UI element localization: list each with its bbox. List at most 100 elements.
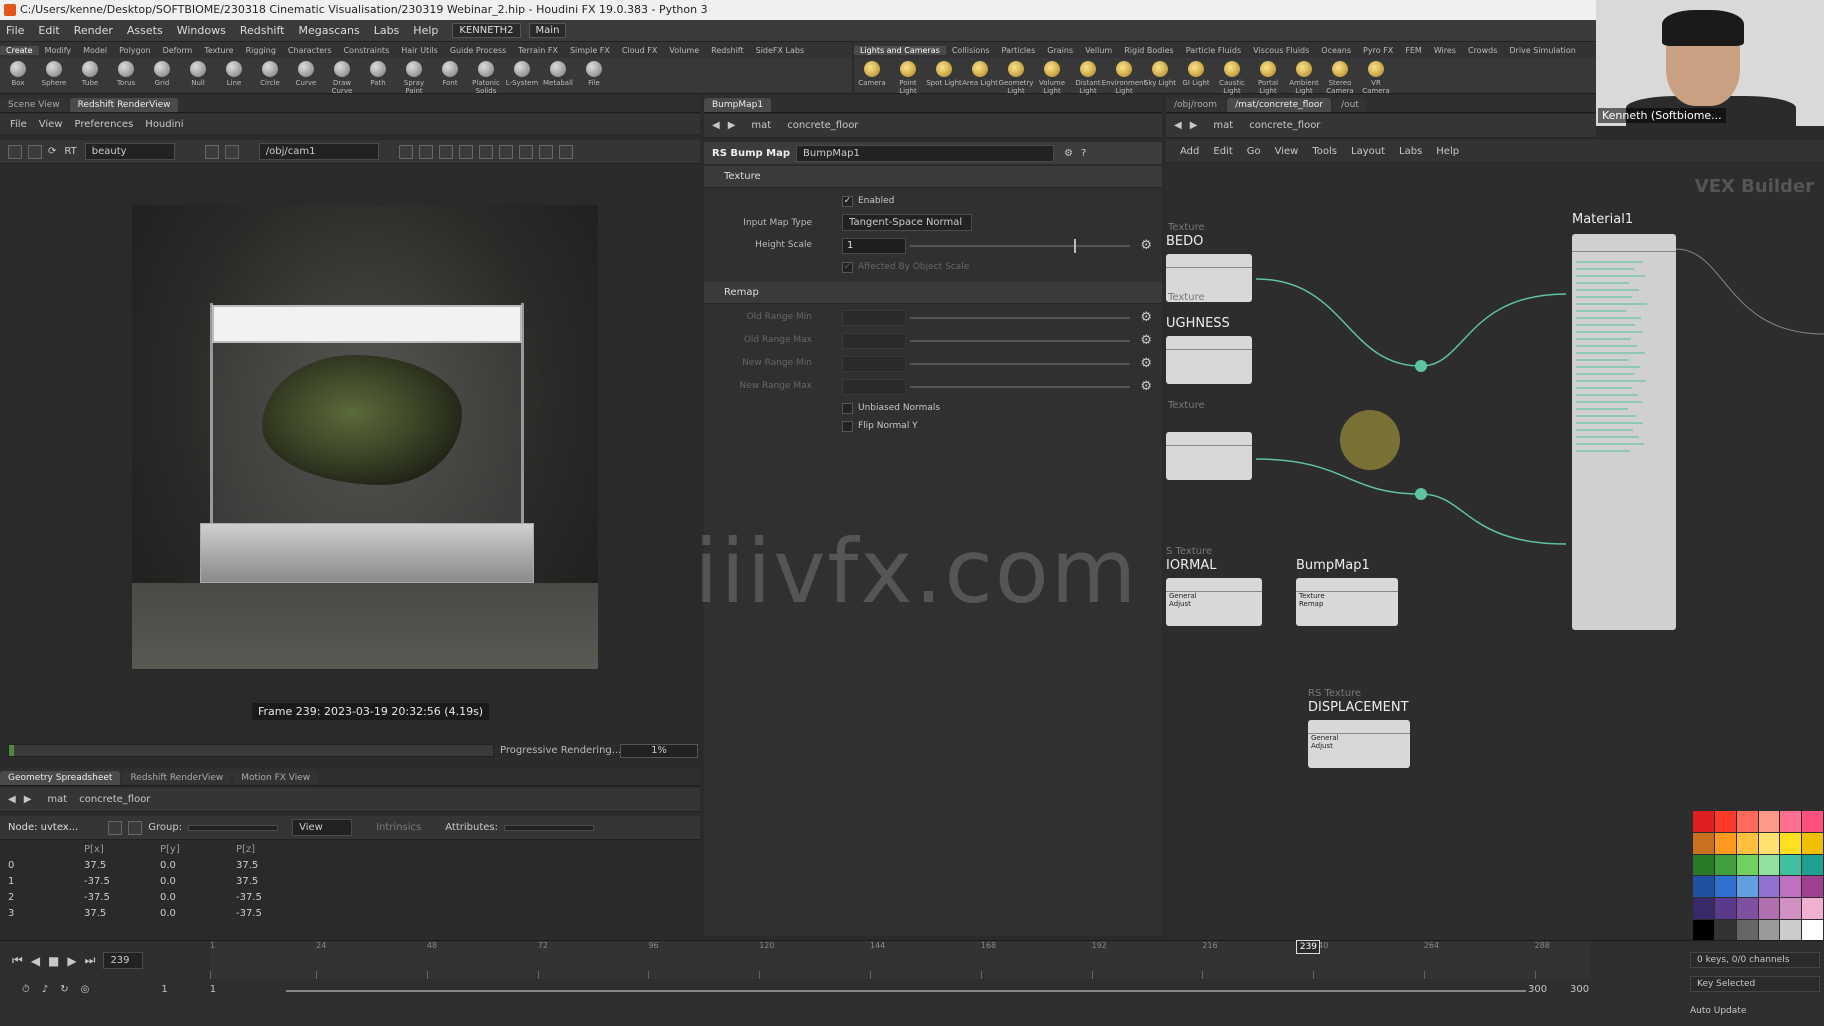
range-end-2[interactable]: 300 xyxy=(1570,984,1589,995)
palette-swatch[interactable] xyxy=(1736,876,1758,898)
menu-assets[interactable]: Assets xyxy=(127,24,163,37)
shelf-tab-particle-fluids[interactable]: Particle Fluids xyxy=(1180,46,1247,55)
play-icon[interactable]: ▶ xyxy=(67,954,76,968)
current-frame-field[interactable]: 239 xyxy=(103,952,144,969)
tool-geometry-light[interactable]: Geometry Light xyxy=(998,58,1034,95)
palette-swatch[interactable] xyxy=(1693,898,1714,920)
net-menu-view[interactable]: View xyxy=(1275,146,1299,157)
bump-port-remap[interactable]: Remap xyxy=(1296,600,1398,608)
step-back-icon[interactable]: ◀ xyxy=(31,954,40,968)
tab-redshift-renderview-2[interactable]: Redshift RenderView xyxy=(122,771,232,785)
height-scale-slider[interactable] xyxy=(910,239,1130,253)
tab-redshift-renderview[interactable]: Redshift RenderView xyxy=(69,98,179,112)
tool-distant-light[interactable]: Distant Light xyxy=(1070,58,1106,95)
height-scale-field[interactable]: 1 xyxy=(842,238,906,254)
shelf-tab-constraints[interactable]: Constraints xyxy=(338,46,396,55)
palette-swatch[interactable] xyxy=(1693,811,1714,832)
palette-swatch[interactable] xyxy=(1802,920,1823,941)
range-start[interactable]: 1 xyxy=(161,984,167,995)
palette-swatch[interactable] xyxy=(1802,811,1823,832)
unbiased-normals-checkbox[interactable] xyxy=(842,403,853,414)
palette-swatch[interactable] xyxy=(1693,854,1714,876)
params-back-icon[interactable]: ◀ xyxy=(712,120,720,131)
forward-arrow-icon[interactable]: ▶ xyxy=(24,794,32,805)
old-min-field[interactable] xyxy=(842,310,906,326)
menu-windows[interactable]: Windows xyxy=(177,24,226,37)
shelf-tab-texture[interactable]: Texture xyxy=(198,46,239,55)
network-path-concrete-floor[interactable]: concrete_floor xyxy=(1249,120,1320,131)
section-remap[interactable]: Remap xyxy=(704,282,1162,304)
params-forward-icon[interactable]: ▶ xyxy=(728,120,736,131)
wire-dot-2[interactable] xyxy=(1415,488,1427,500)
shelf-tab-deform[interactable]: Deform xyxy=(157,46,199,55)
palette-swatch[interactable] xyxy=(1780,832,1802,854)
wire-dot-1[interactable] xyxy=(1415,360,1427,372)
tool-gi-light[interactable]: GI Light xyxy=(1178,58,1214,87)
network-back-icon[interactable]: ◀ xyxy=(1174,120,1182,131)
params-path-concrete-floor[interactable]: concrete_floor xyxy=(787,120,858,131)
camera-select[interactable]: /obj/cam1 xyxy=(258,143,379,160)
old-min-gear-icon[interactable]: ⚙ xyxy=(1140,310,1152,325)
view-tool-icon-9[interactable] xyxy=(558,144,573,159)
timeline-playhead[interactable]: 239 xyxy=(1296,940,1321,954)
palette-swatch[interactable] xyxy=(1758,920,1780,941)
auto-update-toggle[interactable]: Auto Update xyxy=(1690,1006,1746,1016)
palette-swatch[interactable] xyxy=(1802,876,1823,898)
tool-curve[interactable]: Curve xyxy=(288,58,324,87)
tool-sky-light[interactable]: Sky Light xyxy=(1142,58,1178,87)
palette-swatch[interactable] xyxy=(1780,920,1802,941)
rv-menu-view[interactable]: View xyxy=(39,119,63,130)
tool-caustic-light[interactable]: Caustic Light xyxy=(1214,58,1250,95)
node-name-field[interactable]: BumpMap1 xyxy=(796,144,1055,162)
palette-swatch[interactable] xyxy=(1693,832,1714,854)
tool-draw-curve[interactable]: Draw Curve xyxy=(324,58,360,95)
timeline-ruler[interactable]: 1 24 48 72 96 120 144 168 192 216 240 264 288 239 xyxy=(210,940,1590,979)
shelf-tab-oceans[interactable]: Oceans xyxy=(1315,46,1357,55)
shelf-tab-drive-simulation[interactable]: Drive Simulation xyxy=(1503,46,1581,55)
palette-swatch[interactable] xyxy=(1758,876,1780,898)
menu-edit[interactable]: Edit xyxy=(38,24,59,37)
new-max-field[interactable] xyxy=(842,379,906,395)
desktop-selector[interactable]: KENNETH2 xyxy=(452,23,521,38)
tab-bumpmap1[interactable]: BumpMap1 xyxy=(704,98,772,112)
material-node[interactable] xyxy=(1572,234,1676,630)
tool-spray-paint[interactable]: Spray Paint xyxy=(396,58,432,95)
shelf-tab-vellum[interactable]: Vellum xyxy=(1079,46,1118,55)
back-arrow-icon[interactable]: ◀ xyxy=(8,794,16,805)
palette-swatch[interactable] xyxy=(1736,854,1758,876)
aov-select[interactable]: beauty xyxy=(84,143,175,160)
net-menu-edit[interactable]: Edit xyxy=(1213,146,1232,157)
tool-path[interactable]: Path xyxy=(360,58,396,87)
range-start-2[interactable]: 1 xyxy=(210,984,216,995)
params-gear-icon[interactable]: ⚙ xyxy=(1064,148,1073,159)
tool-sphere[interactable]: Sphere xyxy=(36,58,72,87)
shelf-tab-fem[interactable]: FEM xyxy=(1399,46,1428,55)
palette-swatch[interactable] xyxy=(1802,854,1823,876)
attributes-field[interactable] xyxy=(503,824,594,831)
new-max-slider[interactable] xyxy=(910,386,1130,388)
view-dropdown[interactable]: View xyxy=(292,819,353,836)
bumpmap-node[interactable]: Texture Remap xyxy=(1296,578,1398,626)
tab-geometry-spreadsheet[interactable]: Geometry Spreadsheet xyxy=(0,771,121,785)
palette-swatch[interactable] xyxy=(1780,898,1802,920)
texture3-node[interactable] xyxy=(1166,432,1252,480)
tool-vr-camera[interactable]: VR Camera xyxy=(1358,58,1394,95)
loop-icon[interactable]: ↻ xyxy=(60,984,68,995)
view-tool-icon-7[interactable] xyxy=(518,144,533,159)
tool-spot-light[interactable]: Spot Light xyxy=(926,58,962,87)
net-menu-layout[interactable]: Layout xyxy=(1351,146,1385,157)
rv-menu-preferences[interactable]: Preferences xyxy=(74,119,133,130)
shelf-tab-wires[interactable]: Wires xyxy=(1428,46,1462,55)
path-concrete-floor[interactable]: concrete_floor xyxy=(79,794,150,805)
palette-swatch[interactable] xyxy=(1714,898,1736,920)
tool-stereo-camera[interactable]: Stereo Camera xyxy=(1322,58,1358,95)
shelf-tab-polygon[interactable]: Polygon xyxy=(113,46,156,55)
tool-metaball[interactable]: Metaball xyxy=(540,58,576,87)
global-anim-icon[interactable]: ◎ xyxy=(81,984,90,995)
grid-icon[interactable] xyxy=(224,144,239,159)
tool-circle[interactable]: Circle xyxy=(252,58,288,87)
roughness-node[interactable] xyxy=(1166,336,1252,384)
palette-swatch[interactable] xyxy=(1714,920,1736,941)
old-max-field[interactable] xyxy=(842,333,906,349)
palette-swatch[interactable] xyxy=(1802,832,1823,854)
